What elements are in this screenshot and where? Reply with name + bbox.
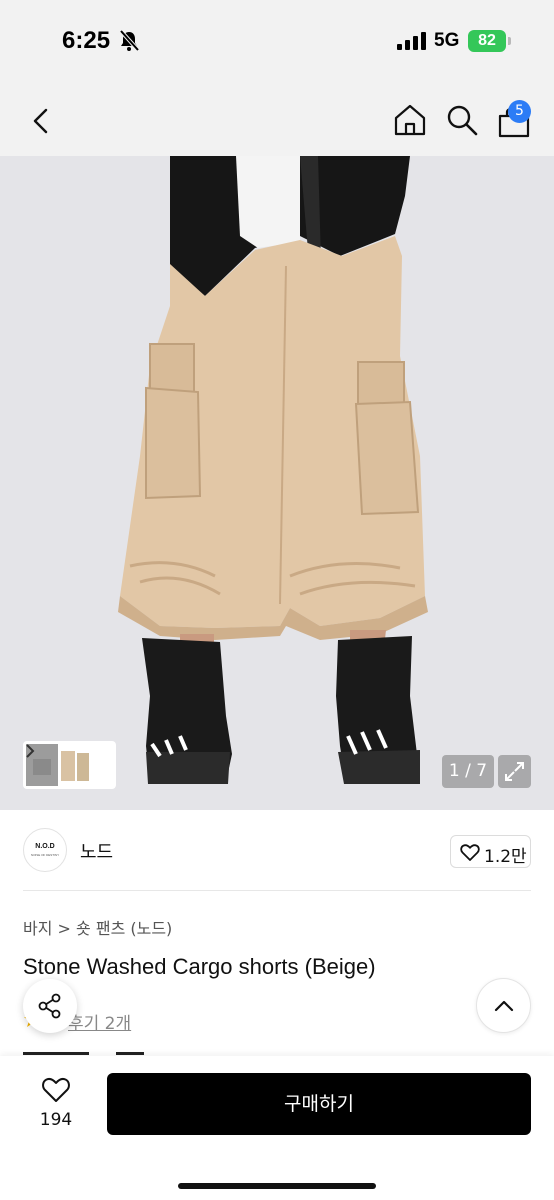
home-indicator [178,1183,376,1189]
brand-like-count: 1.2만 [484,847,527,867]
product-photo [0,156,554,810]
scroll-to-top-button[interactable] [476,978,531,1033]
brand-like-button[interactable]: 1.2만 [450,835,531,868]
brand-logo[interactable]: N.O.D NOISE OF DESTINY [23,828,67,872]
wishlist-count: 194 [39,1110,73,1130]
share-icon [38,993,61,1019]
status-time: 6:25 [62,27,111,54]
product-image-gallery[interactable]: 1 / 7 [0,156,554,810]
brand-logo-subtext: NOISE OF DESTINY [30,853,60,857]
tab-indicator [116,1052,144,1055]
top-nav-bar [0,84,554,156]
divider [23,890,531,891]
breadcrumb-item-subcategory[interactable]: 숏 팬츠 (노드) [76,919,172,938]
bottom-action-bar: 194 구매하기 [0,1056,554,1200]
network-type: 5G [434,30,460,51]
heart-icon [42,1077,70,1102]
brand-name[interactable]: 노드 [80,838,113,864]
tab-indicator [23,1052,89,1055]
signal-icon [397,32,426,50]
bell-slash-icon [119,30,139,52]
expand-icon[interactable] [498,755,531,788]
status-bar: 6:25 5G 82 [0,0,554,84]
heart-icon [460,844,480,861]
chevron-right-icon [26,744,35,758]
battery-icon: 82 [468,30,506,52]
battery-tip [508,37,511,45]
product-title: Stone Washed Cargo shorts (Beige) [23,954,376,979]
cart-count-badge: 5 [508,100,531,123]
back-arrow-icon[interactable] [26,104,56,138]
share-button[interactable] [23,979,77,1033]
review-count-link[interactable]: 후기 2개 [68,1009,131,1034]
chevron-up-icon [494,1000,514,1012]
home-icon[interactable] [392,102,428,138]
breadcrumb: 바지 > 숏 팬츠 (노드) [23,915,172,939]
breadcrumb-item-category[interactable]: 바지 [23,919,52,938]
search-icon[interactable] [444,102,480,138]
buy-button[interactable]: 구매하기 [107,1073,531,1135]
wishlist-button[interactable]: 194 [28,1074,84,1134]
thumbnail-strip[interactable] [23,741,116,789]
brand-logo-text: N.O.D [35,843,55,850]
breadcrumb-separator: > [57,919,77,938]
image-page-counter: 1 / 7 [442,755,494,788]
